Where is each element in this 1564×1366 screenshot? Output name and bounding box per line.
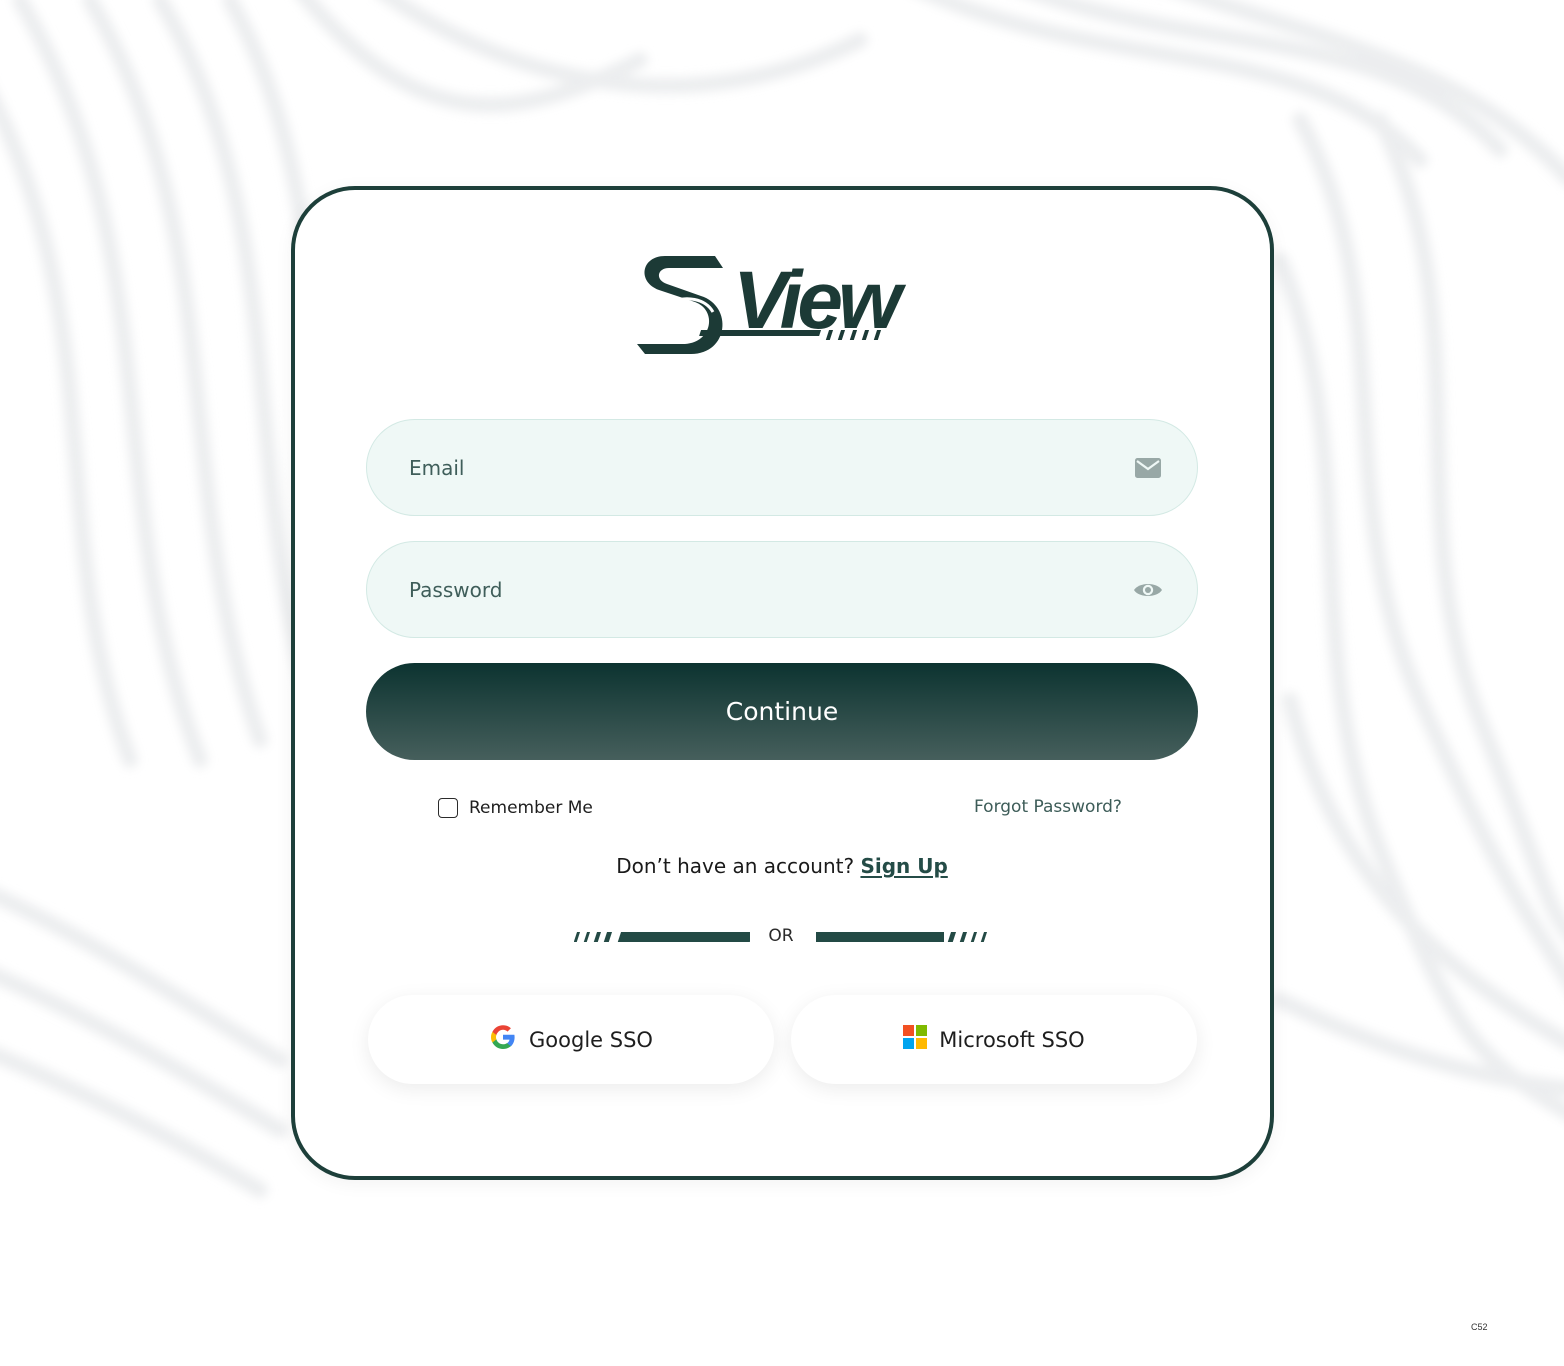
divider-right <box>816 932 988 942</box>
password-field-container <box>366 541 1198 638</box>
remember-me-label: Remember Me <box>469 798 593 818</box>
remember-me-checkbox[interactable] <box>438 798 458 818</box>
google-logo-icon <box>489 1023 517 1056</box>
microsoft-logo-icon <box>903 1025 928 1054</box>
eye-icon[interactable] <box>1133 575 1163 605</box>
signup-row: Don’t have an account? Sign Up <box>0 854 1564 878</box>
signup-prompt: Don’t have an account? <box>616 854 855 878</box>
email-input[interactable] <box>409 455 1133 480</box>
google-sso-label: Google SSO <box>529 1027 653 1052</box>
corner-label: C52 <box>1471 1322 1488 1332</box>
divider-or-label: OR <box>768 926 794 946</box>
remember-me[interactable]: Remember Me <box>438 798 593 818</box>
continue-button[interactable]: Continue <box>366 663 1198 760</box>
microsoft-sso-label: Microsoft SSO <box>939 1027 1085 1052</box>
envelope-icon <box>1133 453 1163 483</box>
signup-link[interactable]: Sign Up <box>860 854 947 878</box>
brand-logo: View <box>637 255 912 354</box>
forgot-password-link[interactable]: Forgot Password? <box>974 797 1122 817</box>
divider-left <box>574 932 750 942</box>
google-sso-button[interactable]: Google SSO <box>368 995 774 1084</box>
email-field-container <box>366 419 1198 516</box>
microsoft-sso-button[interactable]: Microsoft SSO <box>791 995 1197 1084</box>
password-input[interactable] <box>409 577 1133 602</box>
